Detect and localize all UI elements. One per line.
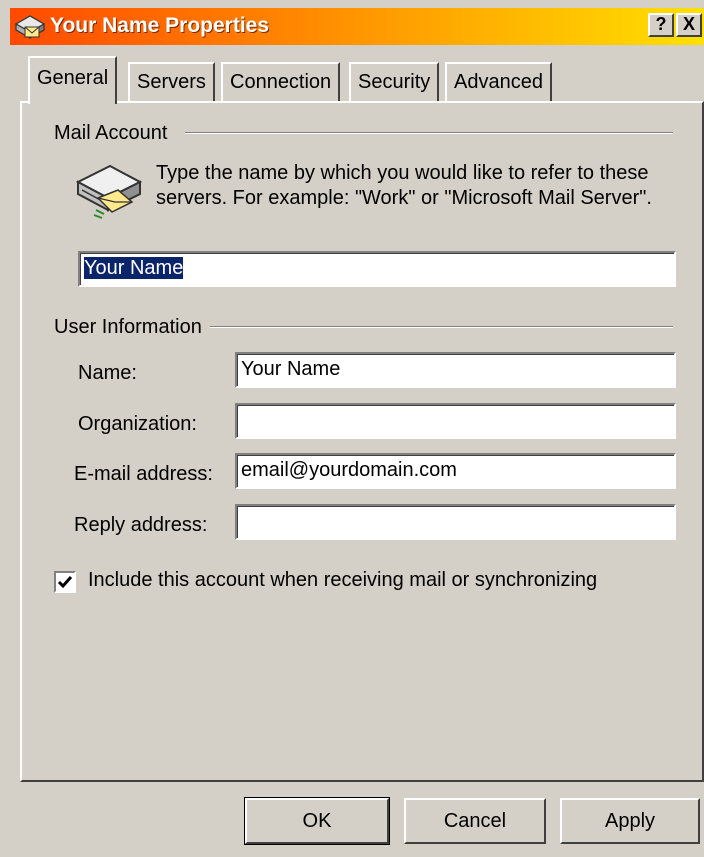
window-title: Your Name Properties xyxy=(50,14,270,37)
help-button[interactable]: ? xyxy=(648,13,674,37)
organization-label: Organization: xyxy=(78,413,197,435)
checkmark-icon xyxy=(57,576,73,589)
name-label: Name: xyxy=(78,362,137,384)
close-button[interactable]: X xyxy=(676,13,702,37)
organization-input[interactable] xyxy=(235,403,676,439)
title-bar[interactable]: Your Name Properties ? X xyxy=(10,8,704,45)
account-name-input[interactable]: Your Name xyxy=(78,251,676,287)
tab-advanced[interactable]: Advanced xyxy=(445,62,552,102)
email-address-label: E-mail address: xyxy=(74,463,213,485)
mail-account-heading: Mail Account xyxy=(54,122,174,145)
tab-servers[interactable]: Servers xyxy=(128,62,215,102)
mail-account-description: Type the name by which you would like to… xyxy=(156,162,652,209)
email-address-input[interactable]: email@yourdomain.com xyxy=(235,453,676,489)
cancel-button[interactable]: Cancel xyxy=(404,798,546,844)
name-input[interactable]: Your Name xyxy=(235,352,676,388)
reply-address-input[interactable] xyxy=(235,504,676,540)
tab-security[interactable]: Security xyxy=(349,62,440,102)
user-information-divider xyxy=(210,326,673,328)
mail-account-divider xyxy=(185,132,673,134)
include-account-checkbox[interactable] xyxy=(54,571,76,593)
reply-address-label: Reply address: xyxy=(74,514,208,536)
tab-connection[interactable]: Connection xyxy=(221,62,341,102)
ok-button[interactable]: OK xyxy=(244,797,390,845)
include-account-label[interactable]: Include this account when receiving mail… xyxy=(88,569,597,592)
mail-server-icon xyxy=(75,164,143,219)
apply-button[interactable]: Apply xyxy=(560,798,700,844)
account-name-selected-text: Your Name xyxy=(84,257,184,279)
user-information-heading: User Information xyxy=(54,316,208,339)
tab-general[interactable]: General xyxy=(28,56,118,104)
mail-account-icon xyxy=(14,15,46,40)
